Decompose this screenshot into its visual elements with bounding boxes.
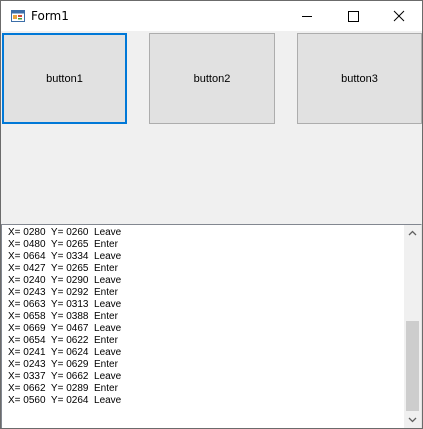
log-item[interactable]: X= 0669 Y= 0467 Leave xyxy=(8,323,121,335)
log-item[interactable]: X= 0654 Y= 0622 Enter xyxy=(8,335,121,347)
log-item[interactable]: X= 0658 Y= 0388 Enter xyxy=(8,311,121,323)
event-log-listbox[interactable]: X= 0280 Y= 0260 Leave X= 0480 Y= 0265 En… xyxy=(1,224,422,428)
maximize-button[interactable] xyxy=(330,1,376,31)
log-item[interactable]: X= 0243 Y= 0292 Enter xyxy=(8,287,121,299)
log-item[interactable]: X= 0664 Y= 0334 Leave xyxy=(8,251,121,263)
log-item[interactable]: X= 0480 Y= 0265 Enter xyxy=(8,239,121,251)
form-client-area: button1 button2 button3 X= 0280 Y= 0260 … xyxy=(1,31,422,428)
button1-label: button1 xyxy=(46,72,83,85)
scroll-thumb[interactable] xyxy=(406,321,419,411)
form1-window: Form1 button1 button2 button3 X= 0280 Y=… xyxy=(0,0,423,429)
button2[interactable]: button2 xyxy=(149,33,275,124)
log-item[interactable]: X= 0241 Y= 0624 Leave xyxy=(8,347,121,359)
chevron-up-icon xyxy=(408,230,417,236)
event-log-list: X= 0280 Y= 0260 Leave X= 0480 Y= 0265 En… xyxy=(8,227,121,407)
log-item[interactable]: X= 0243 Y= 0629 Enter xyxy=(8,359,121,371)
button2-label: button2 xyxy=(193,72,231,85)
log-item[interactable]: X= 0240 Y= 0290 Leave xyxy=(8,275,121,287)
log-item[interactable]: X= 0427 Y= 0265 Enter xyxy=(8,263,121,275)
chevron-down-icon xyxy=(408,417,417,423)
log-item[interactable]: X= 0560 Y= 0264 Leave xyxy=(8,395,121,407)
log-item[interactable]: X= 0663 Y= 0313 Leave xyxy=(8,299,121,311)
log-item[interactable]: X= 0662 Y= 0289 Enter xyxy=(8,383,121,395)
log-item[interactable]: X= 0280 Y= 0260 Leave xyxy=(8,227,121,239)
scroll-down-button[interactable] xyxy=(404,411,421,428)
button3[interactable]: button3 xyxy=(297,33,422,124)
winforms-app-icon xyxy=(11,9,25,23)
close-icon xyxy=(393,10,405,22)
window-title: Form1 xyxy=(31,9,69,23)
close-button[interactable] xyxy=(376,1,422,31)
maximize-icon xyxy=(348,11,359,22)
scroll-up-button[interactable] xyxy=(404,225,421,242)
log-item[interactable]: X= 0337 Y= 0662 Leave xyxy=(8,371,121,383)
button3-label: button3 xyxy=(341,72,378,85)
minimize-button[interactable] xyxy=(284,1,330,31)
minimize-icon xyxy=(302,16,312,17)
title-bar[interactable]: Form1 xyxy=(1,1,422,31)
vertical-scrollbar[interactable] xyxy=(404,225,421,428)
button1[interactable]: button1 xyxy=(2,33,127,124)
